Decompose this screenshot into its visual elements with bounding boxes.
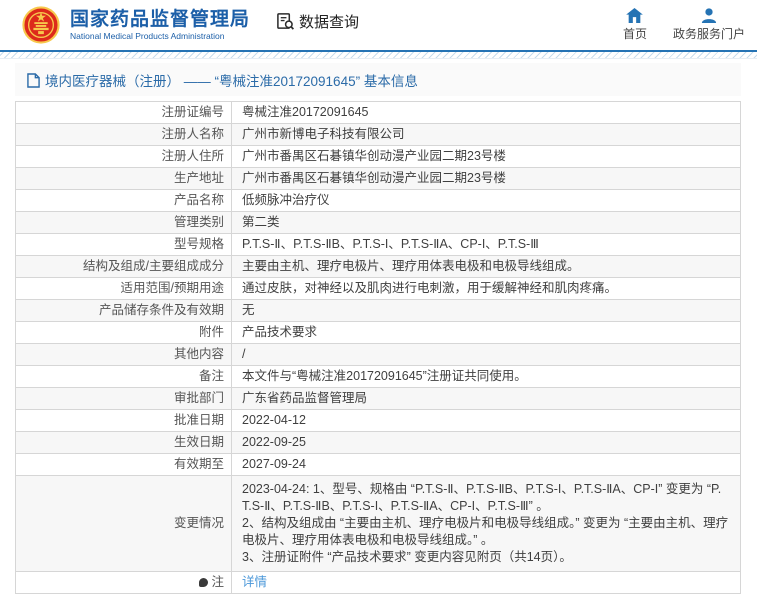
row-value: 广东省药品监督管理局: [231, 387, 741, 410]
nav-home[interactable]: 首页: [623, 8, 647, 42]
data-query-label: 数据查询: [299, 13, 360, 31]
nav-gov-portal[interactable]: 政务服务门户: [673, 8, 745, 42]
site-header: 国家药品监督管理局 National Medical Products Admi…: [0, 0, 757, 50]
row-value: 第二类: [231, 211, 741, 234]
row-label: 型号规格: [15, 233, 232, 256]
row-label: 注: [15, 571, 232, 594]
table-row: 变更情况 2023-04-24: 1、型号、规格由 “P.T.S-Ⅱ、P.T.S-…: [15, 475, 741, 572]
row-label: 产品名称: [15, 189, 232, 212]
detail-link[interactable]: 详情: [242, 575, 267, 589]
table-row: 注详情: [15, 571, 741, 594]
table-row: 产品储存条件及有效期无: [15, 299, 741, 322]
row-label: 审批部门: [15, 387, 232, 410]
user-icon: [701, 8, 717, 23]
table-row: 附件 产品技术要求: [15, 321, 741, 344]
registration-info-table: 注册证编号 粤械注准20172091645 注册人名称 广州市新博电子科技有限公司 注册…: [15, 101, 741, 594]
hatch-band: [0, 52, 757, 59]
note-balloon-icon: [199, 578, 209, 587]
row-label: 其他内容: [15, 343, 232, 366]
nav-home-label: 首页: [622, 27, 647, 41]
row-value: 2023-04-24: 1、型号、规格由 “P.T.S-Ⅱ、P.T.S-ⅡB、P…: [231, 475, 741, 572]
row-value: P.T.S-Ⅱ、P.T.S-ⅡB、P.T.S-I、P.T.S-ⅡA、CP-I、P…: [231, 233, 741, 256]
row-label: 生产地址: [15, 167, 232, 190]
site-title-block: 国家药品监督管理局 National Medical Products Admi…: [70, 9, 250, 42]
row-value: 2022-04-12: [231, 409, 741, 432]
row-value: 通过皮肤，对神经以及肌肉进行电刺激，用于缓解神经和肌肉疼痛。: [231, 277, 741, 300]
row-label: 有效期至: [15, 453, 232, 476]
row-label: 产品储存条件及有效期: [15, 299, 232, 322]
breadcrumb: 境内医疗器械（注册） —— “粤械注准20172091645” 基本信息: [15, 63, 741, 96]
table-row: 其他内容 /: [15, 343, 741, 366]
table-row: 适用范围/预期用途 通过皮肤，对神经以及肌肉进行电刺激，用于缓解神经和肌肉疼痛。: [15, 277, 741, 300]
row-value: 详情: [231, 571, 741, 594]
row-value: 广州市新博电子科技有限公司: [231, 123, 741, 146]
table-row: 生效日期 2022-09-25: [15, 431, 741, 454]
row-value: 产品技术要求: [231, 321, 741, 344]
row-label: 注册人名称: [15, 123, 232, 146]
row-label: 注册证编号: [15, 101, 232, 124]
home-icon: [626, 8, 644, 23]
data-query-icon: [277, 12, 295, 30]
table-row: 注册人名称 广州市新博电子科技有限公司: [15, 123, 741, 146]
row-value: 2022-09-25: [231, 431, 741, 454]
row-label: 注册人住所: [15, 145, 232, 168]
data-query-button[interactable]: 数据查询: [276, 11, 359, 32]
site-subtitle: National Medical Products Administration: [70, 30, 225, 41]
table-row: 产品名称 低频脉冲治疗仪: [15, 189, 741, 212]
table-row: 有效期至 2027-09-24: [15, 453, 741, 476]
row-label: 适用范围/预期用途: [15, 277, 232, 300]
row-label: 附件: [15, 321, 232, 344]
row-label: 管理类别: [15, 211, 232, 234]
row-label: 结构及组成/主要组成成分: [15, 255, 232, 278]
row-label: 批准日期: [15, 409, 232, 432]
row-label: 生效日期: [15, 431, 232, 454]
table-row: 注册人住所 广州市番禺区石碁镇华创动漫产业园二期23号楼: [15, 145, 741, 168]
row-value: 本文件与“粤械注准20172091645”注册证共同使用。: [231, 365, 741, 388]
table-row: 备注 本文件与“粤械注准20172091645”注册证共同使用。: [15, 365, 741, 388]
row-label: 变更情况: [15, 475, 232, 572]
table-row: 型号规格 P.T.S-Ⅱ、P.T.S-ⅡB、P.T.S-I、P.T.S-ⅡA、CP…: [15, 233, 741, 256]
row-value: 广州市番禺区石碁镇华创动漫产业园二期23号楼: [231, 167, 741, 190]
row-value: /: [231, 343, 741, 366]
site-logo: 国家药品监督管理局 National Medical Products Admi…: [22, 6, 250, 44]
table-row: 结构及组成/主要组成成分 主要由主机、理疗电极片、理疗用体表电极和电极导线组成。: [15, 255, 741, 278]
row-value: 主要由主机、理疗电极片、理疗用体表电极和电极导线组成。: [231, 255, 741, 278]
row-value: 广州市番禺区石碁镇华创动漫产业园二期23号楼: [231, 145, 741, 168]
document-icon: [27, 72, 40, 88]
table-row: 批准日期 2022-04-12: [15, 409, 741, 432]
row-value: 低频脉冲治疗仪: [231, 189, 741, 212]
nav-gov-portal-label: 政务服务门户: [672, 27, 745, 41]
breadcrumb-text: 境内医疗器械（注册） —— “粤械注准20172091645” 基本信息: [45, 74, 418, 89]
row-value: 无: [231, 299, 741, 322]
table-row: 生产地址 广州市番禺区石碁镇华创动漫产业园二期23号楼: [15, 167, 741, 190]
info-table-body: 注册证编号 粤械注准20172091645 注册人名称 广州市新博电子科技有限公司 注册…: [15, 101, 741, 594]
row-value: 2027-09-24: [231, 453, 741, 476]
row-value: 粤械注准20172091645: [231, 101, 741, 124]
table-row: 审批部门 广东省药品监督管理局: [15, 387, 741, 410]
table-row: 注册证编号 粤械注准20172091645: [15, 101, 741, 124]
row-label: 备注: [15, 365, 232, 388]
national-emblem-icon: [22, 6, 60, 44]
table-row: 管理类别 第二类: [15, 211, 741, 234]
site-title: 国家药品监督管理局: [70, 8, 251, 30]
